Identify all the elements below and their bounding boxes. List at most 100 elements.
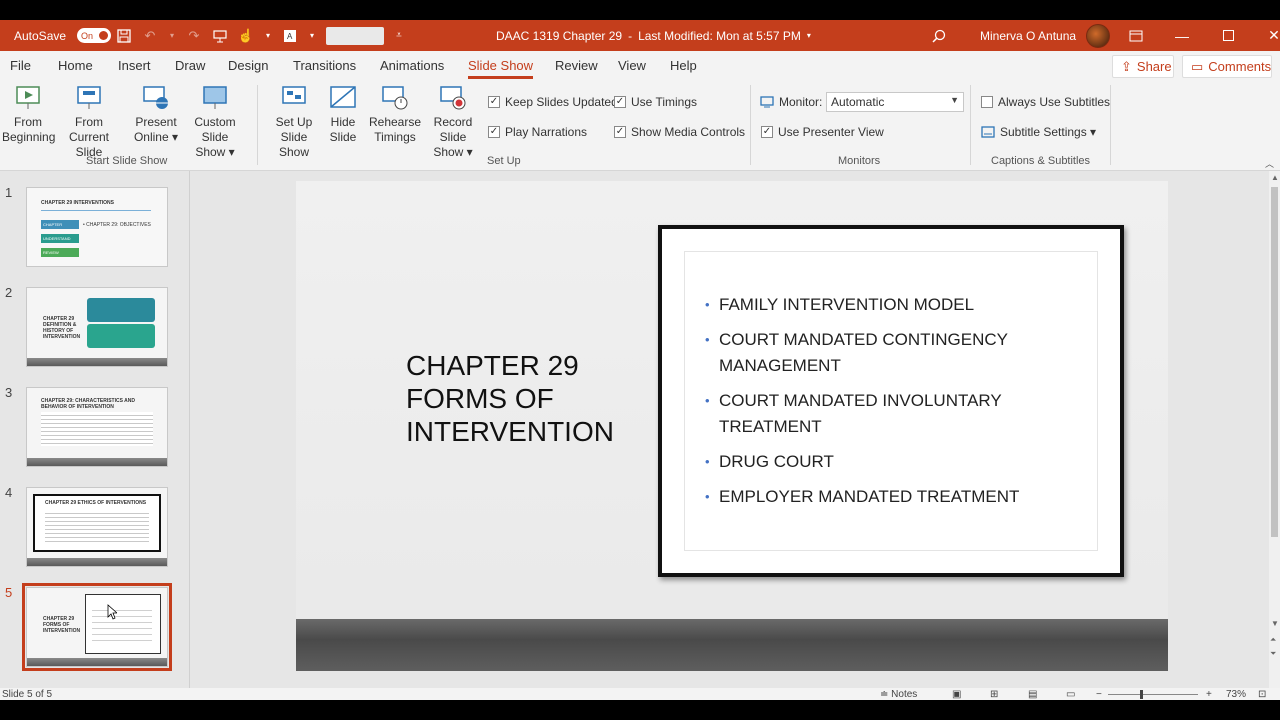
present-online-button[interactable]: Present Online ▾ bbox=[130, 85, 182, 145]
slide-sorter-icon[interactable]: ⊞ bbox=[990, 689, 998, 700]
status-bar: Slide 5 of 5 ≐ Notes ▣ ⊞ ▤ ▭ − + 73% ⊡ bbox=[0, 688, 1280, 700]
checkbox-unchecked-icon bbox=[981, 96, 993, 108]
maximize-icon[interactable] bbox=[1205, 20, 1251, 51]
qat-dropdown-icon[interactable]: ▾ bbox=[264, 28, 272, 44]
keep-slides-updated-label: Keep Slides Updated bbox=[505, 95, 618, 109]
play-narrations-checkbox[interactable]: ✓ Play Narrations bbox=[488, 125, 587, 139]
undo-dropdown-icon[interactable]: ▾ bbox=[168, 28, 176, 44]
comments-button[interactable]: ▭ Comments bbox=[1182, 55, 1272, 78]
custom-show-label-1: Custom Slide bbox=[194, 115, 236, 144]
autosave-toggle[interactable]: On bbox=[77, 28, 112, 43]
scroll-up-icon[interactable]: ▲ bbox=[1271, 173, 1279, 182]
normal-view-icon[interactable]: ▣ bbox=[952, 689, 961, 700]
rehearse-timings-button[interactable]: Rehearse Timings bbox=[368, 85, 422, 145]
notes-button[interactable]: ≐ Notes bbox=[880, 689, 917, 700]
slide-title[interactable]: CHAPTER 29 FORMS OF INTERVENTION bbox=[406, 349, 646, 448]
slide-thumbnail-3[interactable]: CHAPTER 29: CHARACTERISTICS AND BEHAVIOR… bbox=[26, 387, 168, 467]
window-controls: — ✕ bbox=[1113, 20, 1280, 51]
font-color-dropdown-icon[interactable]: ▾ bbox=[308, 28, 316, 44]
search-icon[interactable] bbox=[932, 20, 946, 51]
thumb-number: 4 bbox=[5, 485, 13, 500]
slide-thumbnail-1[interactable]: CHAPTER 29 INTERVENTIONS CHAPTER UNDERST… bbox=[26, 187, 168, 267]
comment-icon: ▭ bbox=[1191, 58, 1204, 74]
use-timings-checkbox[interactable]: ✓ Use Timings bbox=[614, 95, 697, 109]
tab-slide-show[interactable]: Slide Show bbox=[468, 58, 534, 79]
font-color-icon[interactable]: A bbox=[282, 28, 298, 44]
font-size-box[interactable] bbox=[326, 26, 384, 45]
slide-thumbnail-2[interactable]: CHAPTER 29 DEFINITION & HISTORY OF INTER… bbox=[26, 287, 168, 367]
undo-icon[interactable]: ↶ bbox=[142, 28, 158, 44]
always-use-subtitles-label: Always Use Subtitles bbox=[998, 95, 1111, 109]
from-beginning-button[interactable]: From Beginning bbox=[2, 85, 56, 145]
share-button[interactable]: ⇪ Share bbox=[1112, 55, 1174, 78]
tab-help[interactable]: Help bbox=[670, 58, 697, 73]
tab-animations[interactable]: Animations bbox=[380, 58, 444, 73]
from-beginning-label-2: Beginning bbox=[2, 130, 56, 144]
ribbon-display-options-icon[interactable] bbox=[1113, 20, 1159, 51]
tab-insert[interactable]: Insert bbox=[118, 58, 151, 73]
slide-counter: Slide 5 of 5 bbox=[2, 689, 53, 700]
monitor-label-group: Monitor: bbox=[760, 95, 822, 109]
next-slide-icon[interactable]: ⏷ bbox=[1270, 649, 1276, 659]
bullet-frame[interactable]: FAMILY INTERVENTION MODEL COURT MANDATED… bbox=[658, 225, 1124, 577]
zoom-slider[interactable] bbox=[1108, 694, 1198, 695]
slide-show-view-icon[interactable]: ▭ bbox=[1066, 689, 1075, 700]
avatar[interactable] bbox=[1086, 23, 1111, 48]
show-media-controls-checkbox[interactable]: ✓ Show Media Controls bbox=[614, 125, 745, 139]
scroll-down-icon[interactable]: ▼ bbox=[1271, 619, 1279, 628]
reading-view-icon[interactable]: ▤ bbox=[1028, 689, 1037, 700]
checkbox-checked-icon: ✓ bbox=[761, 126, 773, 138]
bullet-list[interactable]: FAMILY INTERVENTION MODEL COURT MANDATED… bbox=[705, 292, 1095, 519]
use-presenter-view-checkbox[interactable]: ✓ Use Presenter View bbox=[761, 125, 884, 139]
tab-view[interactable]: View bbox=[618, 58, 646, 73]
scrollbar-thumb[interactable] bbox=[1271, 187, 1278, 537]
thumb-1-title: CHAPTER 29 INTERVENTIONS bbox=[41, 200, 114, 206]
present-icon[interactable] bbox=[212, 28, 228, 44]
thumb-1-sub: • CHAPTER 29: OBJECTIVES bbox=[83, 222, 151, 228]
always-use-subtitles-checkbox[interactable]: Always Use Subtitles bbox=[981, 95, 1110, 109]
record-slide-show-button[interactable]: Record Slide Show ▾ bbox=[420, 85, 486, 160]
from-current-slide-button[interactable]: From Current Slide bbox=[56, 85, 122, 160]
title-separator: - bbox=[628, 28, 633, 43]
tab-file[interactable]: File bbox=[10, 58, 31, 73]
set-up-slide-show-button[interactable]: Set Up Slide Show bbox=[264, 85, 324, 160]
autosave-group: AutoSave On bbox=[14, 20, 112, 51]
collapse-ribbon-icon[interactable]: ︿ bbox=[1265, 157, 1274, 170]
quick-access-toolbar: ↶ ▾ ↷ ☝ ▾ A ▾ ⩡ bbox=[116, 20, 404, 51]
present-online-label-2: Online ▾ bbox=[133, 130, 179, 144]
tab-home[interactable]: Home bbox=[58, 58, 93, 73]
checkbox-checked-icon: ✓ bbox=[488, 126, 500, 138]
slide-thumbnail-4[interactable]: CHAPTER 29 ETHICS OF INTERVENTIONS bbox=[26, 487, 168, 567]
customize-qat-icon[interactable]: ⩡ bbox=[394, 28, 404, 44]
from-beginning-label-1: From bbox=[14, 115, 42, 129]
user-area[interactable]: Minerva O Antuna bbox=[980, 20, 1111, 51]
zoom-in-icon[interactable]: + bbox=[1206, 689, 1212, 700]
zoom-level[interactable]: 73% bbox=[1226, 689, 1246, 700]
slide-thumbnail-5[interactable]: CHAPTER 29 FORMS OF INTERVENTION bbox=[26, 587, 168, 667]
minimize-icon[interactable]: — bbox=[1159, 20, 1205, 51]
custom-slide-show-button[interactable]: Custom Slide Show ▾ bbox=[182, 85, 248, 160]
document-title-area[interactable]: DAAC 1319 Chapter 29 - Last Modified: Mo… bbox=[496, 20, 811, 51]
monitor-icon bbox=[760, 96, 774, 108]
thumb-1-chip: REVIEW bbox=[41, 248, 79, 257]
slide-canvas[interactable]: CHAPTER 29 FORMS OF INTERVENTION FAMILY … bbox=[296, 181, 1168, 671]
keep-slides-updated-checkbox[interactable]: ✓ Keep Slides Updated bbox=[488, 95, 618, 109]
subtitle-settings-button[interactable]: Subtitle Settings ▾ bbox=[981, 125, 1096, 139]
tab-transitions[interactable]: Transitions bbox=[293, 58, 356, 73]
save-icon[interactable] bbox=[116, 28, 132, 44]
monitor-select[interactable]: Automatic ▼ bbox=[826, 92, 964, 112]
touch-mode-icon[interactable]: ☝ bbox=[238, 28, 254, 44]
fit-to-window-icon[interactable]: ⊡ bbox=[1258, 689, 1266, 700]
zoom-slider-handle[interactable] bbox=[1140, 690, 1143, 699]
tab-design[interactable]: Design bbox=[228, 58, 268, 73]
tab-review[interactable]: Review bbox=[555, 58, 598, 73]
zoom-out-icon[interactable]: − bbox=[1096, 689, 1102, 700]
close-icon[interactable]: ✕ bbox=[1251, 20, 1280, 51]
redo-icon[interactable]: ↷ bbox=[186, 28, 202, 44]
vertical-scrollbar[interactable]: ▲ ▼ ⏶ ⏷ bbox=[1269, 171, 1280, 688]
title-bar: AutoSave On ↶ ▾ ↷ ☝ ▾ A ▾ ⩡ DAAC 1319 Ch… bbox=[0, 20, 1280, 51]
tab-draw[interactable]: Draw bbox=[175, 58, 205, 73]
bullet-frame-inner: FAMILY INTERVENTION MODEL COURT MANDATED… bbox=[684, 251, 1098, 551]
previous-slide-icon[interactable]: ⏶ bbox=[1270, 635, 1276, 645]
hide-slide-button[interactable]: Hide Slide bbox=[326, 85, 360, 145]
